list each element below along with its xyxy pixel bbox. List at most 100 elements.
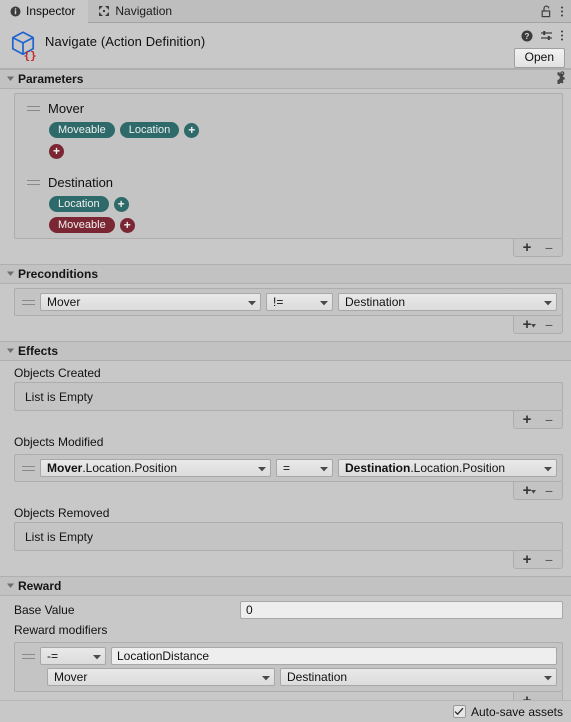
parameters-list: Mover Moveable Location + + Destination bbox=[14, 93, 563, 239]
dropdown-value: Mover bbox=[47, 295, 81, 309]
gear-settings-icon[interactable] bbox=[552, 71, 565, 87]
add-prohibited-trait-button[interactable]: + bbox=[119, 217, 135, 233]
tab-inspector[interactable]: Inspector bbox=[0, 0, 89, 23]
add-object-removed-button[interactable]: + bbox=[516, 551, 538, 568]
chevron-down-icon bbox=[258, 461, 266, 475]
tab-navigation-label: Navigation bbox=[115, 4, 173, 18]
section-header-preconditions[interactable]: Preconditions bbox=[0, 264, 571, 284]
parameter-header[interactable]: Mover bbox=[21, 99, 556, 118]
precondition-right-dropdown[interactable]: Destination bbox=[338, 293, 557, 311]
chevron-down-icon bbox=[531, 483, 536, 497]
reward-modifier-name-input[interactable]: LocationDistance bbox=[111, 647, 557, 665]
unity-inspector-window: Inspector Navigation {} Navigate (Action… bbox=[0, 0, 571, 722]
inspector-footer: Auto-save assets bbox=[0, 700, 571, 722]
reward-modifiers-footer: + − bbox=[14, 692, 563, 700]
drag-handle-icon[interactable] bbox=[27, 180, 40, 185]
precondition-left-dropdown[interactable]: Mover bbox=[40, 293, 261, 311]
reward-modifiers-list: -= LocationDistance Mover Destination bbox=[14, 642, 563, 692]
chevron-down-icon bbox=[531, 317, 536, 331]
chevron-down-icon[interactable] bbox=[6, 579, 15, 593]
help-circle-icon[interactable]: ? bbox=[521, 30, 533, 42]
kebab-menu-icon[interactable] bbox=[560, 5, 564, 18]
reward-modifier-row-args: Mover Destination bbox=[20, 668, 557, 686]
modified-left-dropdown[interactable]: Mover .Location.Position bbox=[40, 459, 271, 477]
add-prohibited-trait-button[interactable]: + bbox=[49, 143, 64, 159]
chevron-down-icon[interactable] bbox=[6, 344, 15, 358]
drag-handle-icon[interactable] bbox=[27, 106, 40, 111]
tab-navigation[interactable]: Navigation bbox=[88, 0, 186, 22]
remove-parameter-button[interactable]: − bbox=[538, 239, 560, 256]
objects-modified-label: Objects Modified bbox=[14, 435, 104, 449]
add-required-trait-button[interactable]: + bbox=[113, 196, 129, 212]
kebab-menu-icon[interactable] bbox=[560, 29, 564, 42]
chevron-down-icon bbox=[531, 693, 536, 700]
modified-operator-dropdown[interactable]: = bbox=[276, 459, 333, 477]
tab-bar-tools bbox=[541, 0, 571, 22]
trait-pill[interactable]: Moveable bbox=[49, 122, 115, 138]
add-object-modified-button[interactable]: + bbox=[516, 482, 538, 499]
chevron-down-icon bbox=[248, 295, 256, 309]
reward-arg1-dropdown[interactable]: Mover bbox=[47, 668, 275, 686]
drag-handle-icon[interactable] bbox=[22, 653, 35, 659]
parameter-spacer bbox=[15, 166, 562, 173]
base-value-input[interactable]: 0 bbox=[240, 601, 563, 619]
trait-pill[interactable]: Location bbox=[49, 196, 109, 212]
dropdown-value-bold: Destination bbox=[345, 461, 411, 475]
drag-handle-icon[interactable] bbox=[22, 465, 35, 471]
objects-modified-row: Mover .Location.Position = Destination .Lo… bbox=[15, 455, 562, 481]
dropdown-value: -= bbox=[47, 649, 59, 663]
add-required-trait-button[interactable]: + bbox=[184, 122, 200, 138]
section-header-parameters[interactable]: Parameters bbox=[0, 69, 571, 89]
section-header-effects[interactable]: Effects bbox=[0, 341, 571, 361]
page-title: Navigate (Action Definition) bbox=[45, 34, 206, 49]
remove-object-modified-button[interactable]: − bbox=[538, 482, 560, 499]
remove-precondition-button[interactable]: − bbox=[538, 316, 560, 333]
window-tab-bar: Inspector Navigation bbox=[0, 0, 571, 23]
chevron-down-icon[interactable] bbox=[6, 267, 15, 281]
parameter-header[interactable]: Destination bbox=[21, 173, 556, 192]
base-value-label: Base Value bbox=[14, 603, 75, 617]
reward-modifiers-label: Reward modifiers bbox=[14, 623, 108, 637]
parameter-item-mover: Mover Moveable Location + + bbox=[15, 94, 562, 166]
auto-save-checkbox[interactable] bbox=[452, 705, 466, 718]
remove-object-removed-button[interactable]: − bbox=[538, 551, 560, 568]
chevron-down-icon[interactable] bbox=[6, 72, 15, 86]
parameter-name: Mover bbox=[48, 101, 85, 116]
remove-object-created-button[interactable]: − bbox=[538, 411, 560, 428]
asset-header-tools: ? bbox=[521, 29, 564, 42]
reward-modifier-row-top: -= LocationDistance bbox=[20, 647, 557, 665]
objects-created-footer: + − bbox=[14, 411, 563, 430]
remove-reward-modifier-button[interactable]: − bbox=[538, 692, 560, 701]
scriptable-object-cube-icon: {} bbox=[8, 29, 40, 62]
section-title: Preconditions bbox=[18, 267, 99, 281]
trait-pill[interactable]: Location bbox=[119, 122, 180, 138]
add-remove-group: + − bbox=[513, 411, 563, 429]
section-title: Effects bbox=[18, 344, 59, 358]
info-circle-icon bbox=[10, 6, 21, 17]
add-reward-modifier-button[interactable]: + bbox=[516, 692, 538, 701]
open-button[interactable]: Open bbox=[513, 48, 565, 68]
base-value-row: Base Value 0 bbox=[0, 599, 571, 621]
reward-arg2-dropdown[interactable]: Destination bbox=[280, 668, 557, 686]
dropdown-value-rest: .Location.Position bbox=[410, 461, 506, 475]
reward-operator-dropdown[interactable]: -= bbox=[40, 647, 106, 665]
add-object-created-button[interactable]: + bbox=[516, 411, 538, 428]
parameter-prohibited-trait-row: Moveable + bbox=[21, 216, 556, 234]
add-precondition-button[interactable]: + bbox=[516, 316, 538, 333]
parameter-prohibited-trait-row: + bbox=[21, 142, 556, 160]
objects-removed-label: Objects Removed bbox=[14, 506, 110, 520]
lock-open-icon[interactable] bbox=[541, 5, 552, 18]
add-parameter-button[interactable]: + bbox=[516, 239, 538, 256]
objects-created-label: Objects Created bbox=[14, 366, 101, 380]
drag-handle-icon[interactable] bbox=[22, 299, 35, 305]
dropdown-value-rest: .Location.Position bbox=[82, 461, 178, 475]
precondition-operator-dropdown[interactable]: != bbox=[266, 293, 333, 311]
modified-right-dropdown[interactable]: Destination .Location.Position bbox=[338, 459, 557, 477]
parameters-list-footer: + − bbox=[14, 239, 563, 258]
preset-sliders-icon[interactable] bbox=[540, 30, 553, 42]
dropdown-value: Destination bbox=[287, 670, 348, 684]
trait-pill[interactable]: Moveable bbox=[49, 217, 115, 233]
section-header-reward[interactable]: Reward bbox=[0, 576, 571, 596]
asset-header: {} Navigate (Action Definition) ? Open bbox=[0, 23, 571, 69]
parameter-trait-row: Moveable Location + bbox=[21, 121, 556, 139]
